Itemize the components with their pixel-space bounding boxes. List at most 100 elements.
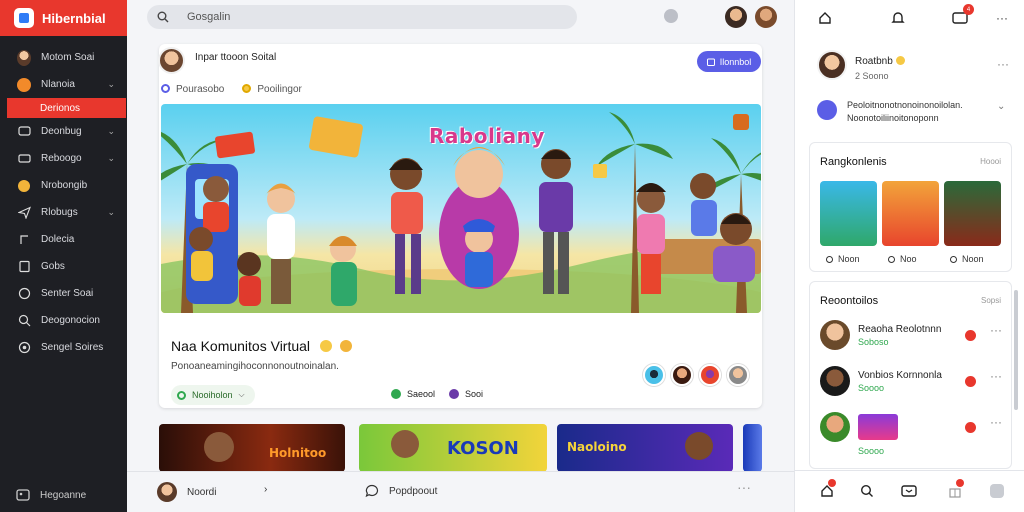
post-description: Ponoaneamingihoconnonoutnoinalan. bbox=[171, 361, 339, 372]
messages-icon[interactable]: 4 bbox=[952, 4, 974, 26]
compass-icon bbox=[17, 287, 31, 301]
bottom-bar: Noordi › Popdpoout ··· bbox=[127, 471, 794, 512]
online-icon bbox=[391, 389, 401, 399]
sidebar-footer-label: Hegoanne bbox=[40, 489, 87, 501]
sidebar-item[interactable]: Dolecia bbox=[0, 226, 127, 253]
friend-name: Vonbios Kornnonla bbox=[858, 370, 942, 381]
circle-icon bbox=[161, 84, 170, 93]
sidebar-item[interactable]: Motom Soai bbox=[0, 44, 127, 71]
user-avatar-secondary[interactable] bbox=[755, 6, 777, 28]
sidebar-item[interactable]: Derionos bbox=[7, 98, 126, 118]
notification-dot bbox=[828, 479, 836, 487]
profile-icon[interactable] bbox=[989, 483, 1005, 499]
people-icon bbox=[17, 179, 31, 193]
avatar bbox=[671, 364, 693, 386]
thumbnail-card[interactable] bbox=[743, 424, 762, 472]
sidebar-item-label: Deogonocion bbox=[41, 315, 100, 326]
friend-row[interactable]: Soooo ··· bbox=[820, 412, 1010, 456]
more-icon[interactable]: ··· bbox=[994, 10, 1010, 26]
meta-item[interactable]: Pourasobo bbox=[161, 84, 224, 95]
voice-icon[interactable] bbox=[664, 9, 678, 23]
game-tile[interactable] bbox=[882, 181, 939, 246]
games-panel-link[interactable]: Hoooi bbox=[980, 157, 1001, 166]
sidebar-item[interactable]: Nrobongib bbox=[0, 172, 127, 199]
sidebar-item[interactable]: Gobs bbox=[0, 253, 127, 280]
join-button[interactable]: Ilonnbol bbox=[697, 51, 761, 72]
action-icon[interactable] bbox=[965, 376, 976, 387]
stat-item[interactable]: Saeool bbox=[391, 389, 435, 399]
avatar bbox=[727, 364, 749, 386]
chevron-down-icon: ⌄ bbox=[107, 153, 115, 163]
more-icon[interactable]: ··· bbox=[990, 369, 1002, 383]
stat-item[interactable]: Sooi bbox=[449, 389, 483, 399]
search-icon[interactable] bbox=[859, 483, 875, 499]
user-avatar[interactable] bbox=[725, 6, 747, 28]
post-title[interactable]: Naa Komunitos Virtual bbox=[171, 338, 352, 354]
stat-label: Saeool bbox=[407, 389, 436, 399]
sidebar-item[interactable]: Reboogo ⌄ bbox=[0, 145, 127, 172]
thumbnail-card[interactable]: Naoloino bbox=[557, 424, 733, 472]
avatar bbox=[157, 482, 177, 502]
member-avatars[interactable] bbox=[643, 364, 749, 386]
chevron-down-icon[interactable]: ⌄ bbox=[997, 101, 1005, 112]
video-icon[interactable] bbox=[901, 483, 917, 499]
thumbnail-card[interactable]: KOSON bbox=[359, 424, 547, 472]
search-input[interactable]: Gosgalin bbox=[147, 5, 577, 29]
filter-chip[interactable]: Nooiholon ⌵ bbox=[171, 385, 255, 405]
avatar bbox=[820, 366, 850, 396]
action-icon[interactable] bbox=[965, 330, 976, 341]
search-icon bbox=[17, 314, 31, 328]
sidebar-item[interactable]: Senter Soai bbox=[0, 280, 127, 307]
author-name[interactable]: Inpar ttooon Soital bbox=[195, 52, 276, 63]
sidebar-item-label: Nrobongib bbox=[41, 180, 88, 191]
join-button-label: Ilonnbol bbox=[719, 56, 752, 67]
more-icon[interactable]: ··· bbox=[997, 57, 1009, 71]
avatar bbox=[699, 364, 721, 386]
friend-status: Soooo bbox=[858, 446, 885, 456]
game-tile[interactable] bbox=[820, 181, 877, 246]
avatar bbox=[820, 320, 850, 350]
reply-action[interactable]: Popdpoout bbox=[365, 484, 437, 498]
game-tile[interactable] bbox=[944, 181, 1001, 246]
scrollbar[interactable] bbox=[1014, 290, 1018, 410]
sidebar-item[interactable]: Rlobugs ⌄ bbox=[0, 199, 127, 226]
friend-row[interactable]: Reaoha Reolotnnn Soboso ··· bbox=[820, 320, 1010, 356]
sidebar-item[interactable]: Deonbug ⌄ bbox=[0, 118, 127, 145]
send-icon bbox=[17, 206, 31, 220]
post-card: Inpar ttooon Soital Ilonnbol Pourasobo P… bbox=[158, 44, 762, 408]
hero-title: Raboliany bbox=[429, 124, 545, 148]
more-icon[interactable]: ··· bbox=[990, 415, 1002, 429]
sidebar-item-label: Rlobugs bbox=[41, 207, 78, 218]
bottom-user[interactable]: Noordi bbox=[157, 482, 216, 502]
meta-item[interactable]: Pooilingor bbox=[242, 84, 302, 95]
sidebar-item[interactable]: Sengel Soires bbox=[0, 334, 127, 361]
more-icon[interactable]: ··· bbox=[990, 323, 1002, 337]
sidebar: Hibernbial Motom Soai Nlanoia ⌄ Derionos Deo… bbox=[0, 0, 127, 512]
bell-icon[interactable] bbox=[890, 10, 906, 26]
home-icon[interactable] bbox=[817, 10, 833, 26]
friends-panel: Reoontoilos Sopsi Reaoha Reolotnnn Sobos… bbox=[809, 281, 1012, 469]
action-icon[interactable] bbox=[965, 422, 976, 433]
thumbnail-title: Holnitoo bbox=[269, 446, 327, 460]
gift-icon[interactable] bbox=[947, 479, 964, 499]
author-avatar[interactable] bbox=[158, 47, 185, 74]
filter-chip-label: Nooiholon bbox=[192, 390, 233, 400]
more-icon[interactable]: ··· bbox=[737, 479, 751, 495]
sidebar-footer[interactable]: Hegoanne bbox=[16, 488, 86, 502]
friends-panel-link[interactable]: Sopsi bbox=[981, 296, 1001, 305]
sidebar-nav: Motom Soai Nlanoia ⌄ Derionos Deonbug ⌄ Reboog… bbox=[0, 36, 127, 361]
thumbnail-card[interactable]: Holnitoo bbox=[159, 424, 345, 472]
hero-image[interactable]: Raboliany bbox=[161, 104, 761, 313]
chevron-right-icon[interactable]: › bbox=[264, 484, 267, 495]
brand[interactable]: Hibernbial bbox=[0, 0, 127, 36]
game-label: Noo bbox=[888, 254, 917, 264]
friend-row[interactable]: Vonbios Kornnonla Soooo ··· bbox=[820, 366, 1010, 402]
notice-line-1: Peoloitnonotnonoinonoilolan. bbox=[847, 100, 963, 110]
sidebar-item[interactable]: Nlanoia ⌄ bbox=[0, 71, 127, 98]
notice-line-2: Noonotoiliinoitonoponn bbox=[847, 113, 939, 123]
post-meta: Pourasobo Pooilingor bbox=[161, 84, 302, 95]
meta-label: Pooilingor bbox=[257, 84, 302, 95]
home-icon[interactable] bbox=[819, 479, 836, 499]
sidebar-item[interactable]: Deogonocion bbox=[0, 307, 127, 334]
info-icon bbox=[817, 100, 837, 120]
